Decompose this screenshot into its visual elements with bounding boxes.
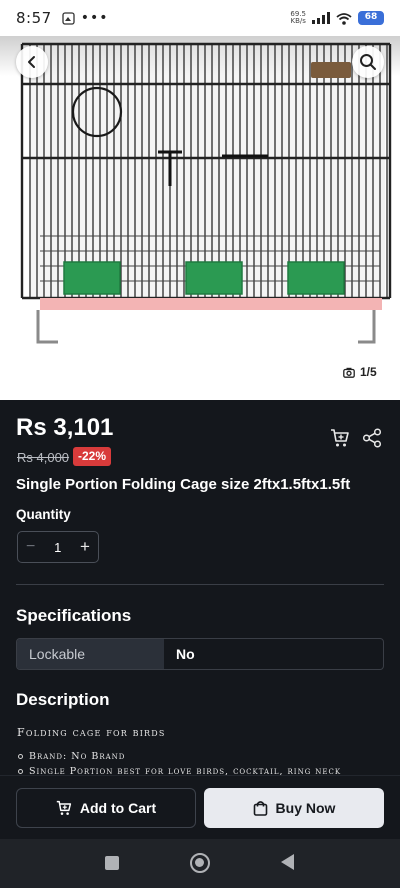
list-item: Brand: No Brand bbox=[18, 749, 398, 764]
status-bar: 8:57 ••• 69.5 KB/s 68 bbox=[0, 0, 400, 36]
section-divider bbox=[16, 584, 384, 585]
camera-icon bbox=[343, 367, 355, 378]
product-title: Single Portion Folding Cage size 2ftx1.5… bbox=[16, 476, 351, 493]
shopping-bag-icon bbox=[253, 801, 267, 816]
specifications-heading: Specifications bbox=[16, 606, 132, 625]
back-button[interactable] bbox=[16, 46, 48, 78]
home-button[interactable] bbox=[190, 853, 210, 873]
share-icon[interactable] bbox=[362, 428, 382, 448]
discount-badge: -22% bbox=[73, 447, 112, 466]
quantity-value: 1 bbox=[54, 539, 62, 555]
spec-value: No bbox=[176, 646, 195, 662]
signal-icon bbox=[312, 12, 330, 24]
image-counter: 1/5 bbox=[343, 365, 377, 379]
wifi-icon bbox=[336, 12, 352, 25]
quantity-label: Quantity bbox=[16, 507, 71, 522]
description-text: Folding cage for birds bbox=[17, 726, 166, 739]
status-time: 8:57 bbox=[16, 9, 52, 27]
cart-add-icon bbox=[56, 800, 72, 815]
spec-key: Lockable bbox=[17, 639, 164, 669]
cart-icon[interactable] bbox=[330, 428, 350, 448]
buy-now-button[interactable]: Buy Now bbox=[204, 788, 384, 828]
buy-now-label: Buy Now bbox=[275, 800, 336, 816]
image-counter-text: 1/5 bbox=[360, 365, 377, 379]
search-icon bbox=[360, 54, 376, 70]
system-back-button[interactable] bbox=[281, 854, 294, 870]
quantity-increase-button[interactable]: + bbox=[80, 537, 90, 557]
description-heading: Description bbox=[16, 690, 110, 709]
action-bar: Add to Cart Buy Now bbox=[0, 775, 400, 839]
original-price: Rs 4,000 bbox=[17, 450, 70, 465]
system-navigation-bar bbox=[0, 839, 400, 888]
chevron-left-icon bbox=[28, 56, 35, 68]
bird-cage-image bbox=[20, 42, 392, 344]
quantity-decrease-button[interactable]: − bbox=[26, 538, 35, 556]
more-notifications-icon: ••• bbox=[80, 10, 109, 26]
spec-row-lockable: Lockable No bbox=[16, 638, 384, 670]
network-speed: 69.5 KB/s bbox=[290, 11, 306, 25]
product-price: Rs 3,101 bbox=[16, 414, 114, 441]
add-to-cart-label: Add to Cart bbox=[79, 800, 157, 816]
notification-app-icon bbox=[62, 11, 75, 25]
list-item-text: Brand: No Brand bbox=[29, 751, 126, 762]
recent-apps-button[interactable] bbox=[105, 856, 119, 870]
battery-indicator: 68 bbox=[358, 11, 384, 25]
product-detail-screen: 8:57 ••• 69.5 KB/s 68 1/5 Rs 3,101 Rs 4,… bbox=[0, 0, 400, 888]
network-speed-unit: KB/s bbox=[290, 17, 306, 25]
search-button[interactable] bbox=[352, 46, 384, 78]
add-to-cart-button[interactable]: Add to Cart bbox=[16, 788, 196, 828]
quantity-stepper: − 1 + bbox=[17, 531, 99, 563]
product-image-gallery[interactable]: 1/5 bbox=[0, 36, 400, 400]
